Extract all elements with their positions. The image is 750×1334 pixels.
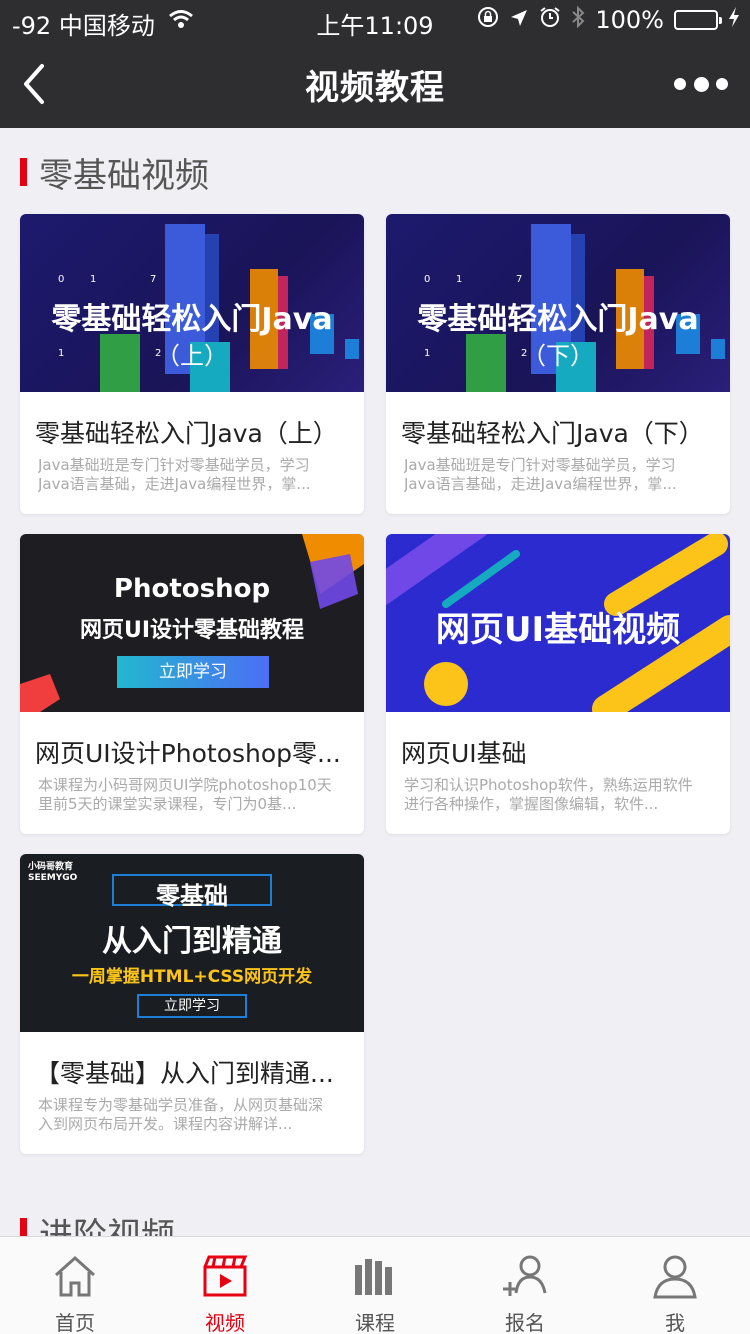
svg-text:1: 1 (90, 274, 96, 285)
thumbnail-subtitle: （上） (156, 342, 228, 370)
video-description: Java基础班是专门针对零基础学员，学习Java语言基础，走进Java编程世界，… (404, 456, 677, 493)
video-thumbnail: 小码哥教育 SEEMYGO 零基础 从入门到精通 一周掌握HTML+CSS网页开… (20, 854, 364, 1032)
thumbnail-title: 零基础轻松入门Java (417, 302, 699, 337)
tab-label: 视频 (205, 1311, 245, 1334)
thumbnail-cta: 立即学习 (117, 656, 269, 688)
thumbnail-title: 零基础轻松入门Java (51, 302, 333, 337)
thumbnail-subtitle: （下） (522, 342, 594, 370)
tab-label: 报名 (505, 1311, 545, 1334)
thumbnail-title: Photoshop (113, 574, 271, 604)
more-dot-icon (716, 78, 728, 90)
tab-signup[interactable]: 报名 (450, 1237, 600, 1334)
svg-text:0: 0 (58, 274, 64, 285)
video-title: 【零基础】从入门到精通... (35, 1059, 334, 1088)
video-title: 网页UI设计Photoshop零... (35, 739, 341, 768)
user-icon (653, 1255, 697, 1299)
section-header-advanced: 进阶视频 (20, 1212, 175, 1236)
svg-text:7: 7 (150, 274, 156, 285)
home-icon (54, 1255, 96, 1297)
video-card[interactable]: 小码哥教育 SEEMYGO 零基础 从入门到精通 一周掌握HTML+CSS网页开… (20, 854, 364, 1154)
tab-label: 课程 (355, 1311, 395, 1334)
thumbnail-title: 网页UI基础视频 (435, 610, 681, 650)
status-right: 100% (477, 5, 740, 34)
thumbnail-title: 零基础 (156, 882, 228, 910)
location-icon (509, 6, 529, 34)
video-card[interactable]: Photoshop 网页UI设计零基础教程 立即学习 网页UI设计Photosh… (20, 534, 364, 834)
video-thumbnail: 网页UI基础视频 (386, 534, 730, 712)
video-thumbnail: 017 12 零基础轻松入门Java （下） (386, 214, 730, 392)
section-title: 进阶视频 (39, 1215, 175, 1237)
thumbnail-subtitle: 网页UI设计零基础教程 (79, 618, 305, 643)
thumbnail-subtitle: 从入门到精通 (102, 924, 282, 959)
content-scroll[interactable]: 零基础视频 017 12 零基础轻松入门Java （上） 零基础轻松入门Java… (0, 128, 750, 1236)
tab-label: 我 (665, 1311, 685, 1334)
svg-text:7: 7 (516, 274, 522, 285)
thumbnail-cta: 立即学习 (137, 994, 247, 1018)
tab-video[interactable]: 视频 (150, 1237, 300, 1334)
section-marker (20, 158, 27, 186)
tab-me[interactable]: 我 (600, 1237, 750, 1334)
video-description: Java基础班是专门针对零基础学员，学习Java语言基础，走进Java编程世界，… (38, 456, 311, 493)
books-icon (355, 1259, 392, 1295)
bluetooth-icon (571, 5, 585, 34)
more-dot-icon (674, 78, 686, 90)
video-card[interactable]: 网页UI基础视频 网页UI基础 学习和认识Photoshop软件，熟练运用软件进… (386, 534, 730, 834)
video-description: 学习和认识Photoshop软件，熟练运用软件进行各种操作，掌握图像编辑，软件.… (404, 776, 693, 813)
video-card[interactable]: 017 12 零基础轻松入门Java （下） 零基础轻松入门Java（下） Ja… (386, 214, 730, 514)
tab-courses[interactable]: 课程 (300, 1237, 450, 1334)
video-card[interactable]: 017 12 零基础轻松入门Java （上） 零基础轻松入门Java（上） Ja… (20, 214, 364, 514)
section-marker (20, 1218, 27, 1236)
section-header-beginner: 零基础视频 (20, 152, 209, 196)
more-dot-icon (693, 76, 709, 92)
video-icon (203, 1255, 248, 1297)
svg-text:1: 1 (456, 274, 462, 285)
battery-icon (674, 10, 722, 30)
video-title: 网页UI基础 (401, 739, 527, 768)
more-button[interactable] (674, 70, 728, 98)
tab-bar: 首页 视频 课程 报名 我 (0, 1236, 750, 1334)
video-description: 本课程为小码哥网页UI学院photoshop10天里前5天的课堂实录课程，专门为… (38, 776, 332, 813)
svg-text:0: 0 (424, 274, 430, 285)
add-user-icon (503, 1255, 547, 1296)
charging-icon (728, 6, 740, 34)
video-description: 本课程专为零基础学员准备，从网页基础深入到网页布局开发。课程内容讲解详... (38, 1096, 324, 1133)
section-title: 零基础视频 (39, 155, 209, 196)
tab-label: 首页 (55, 1311, 95, 1334)
video-thumbnail: Photoshop 网页UI设计零基础教程 立即学习 (20, 534, 364, 712)
thumbnail-tagline: 一周掌握HTML+CSS网页开发 (71, 967, 313, 987)
tab-home[interactable]: 首页 (0, 1237, 150, 1334)
battery-percent: 100% (595, 6, 664, 34)
nav-bar: 视频教程 (0, 40, 750, 128)
video-thumbnail: 017 12 零基础轻松入门Java （上） (20, 214, 364, 392)
video-title: 零基础轻松入门Java（下） (401, 419, 704, 448)
rotation-lock-icon (477, 6, 499, 34)
alarm-icon (539, 6, 561, 34)
status-bar: -92 中国移动 上午11:09 100% (0, 0, 750, 40)
video-title: 零基础轻松入门Java（上） (35, 419, 338, 448)
page-title: 视频教程 (305, 68, 445, 108)
